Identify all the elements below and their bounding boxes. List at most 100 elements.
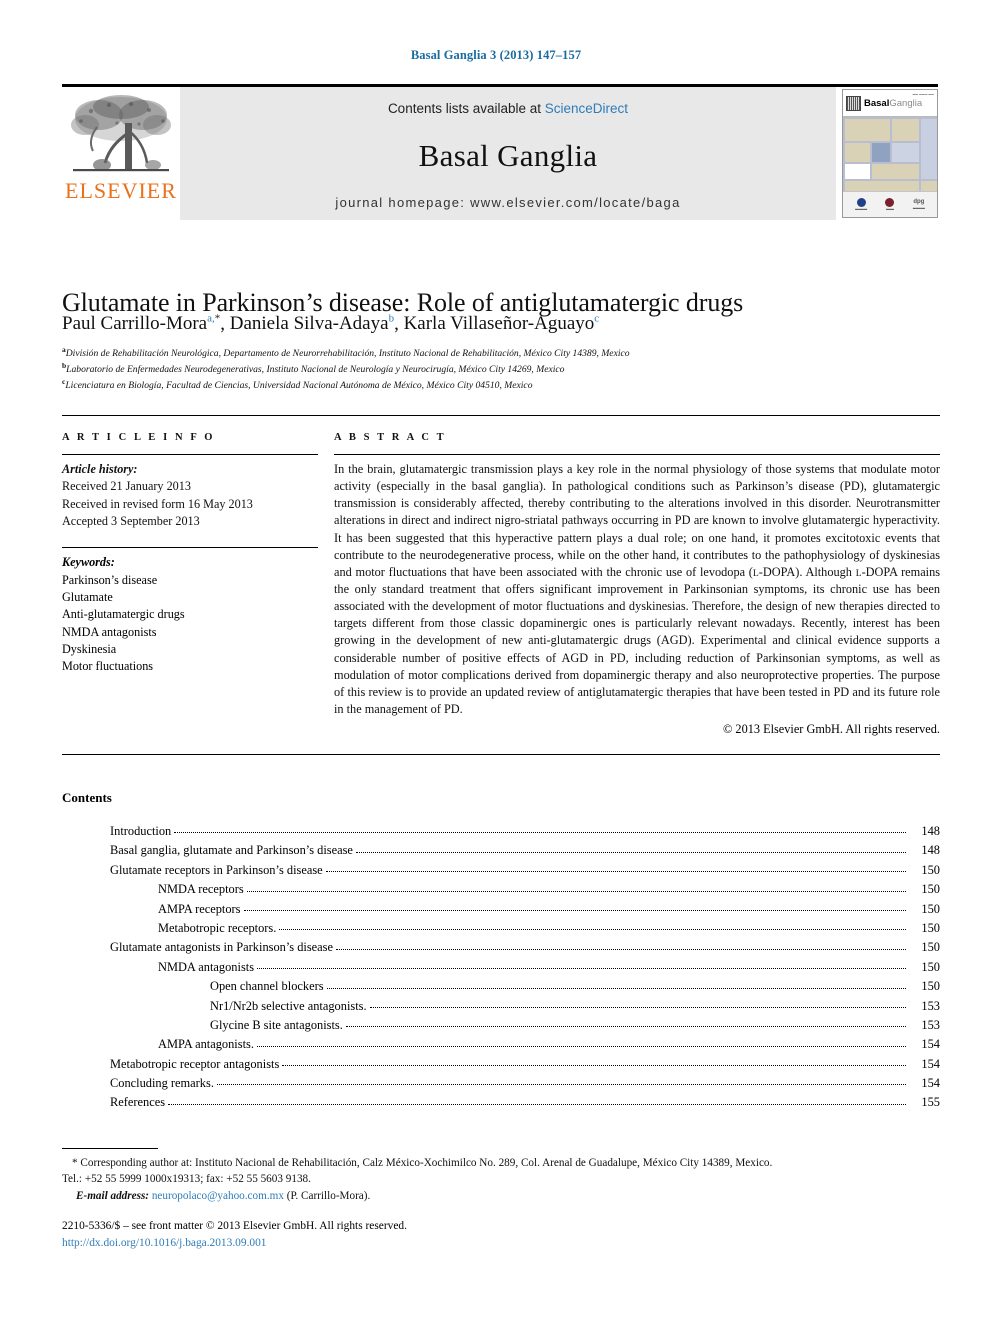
abstract-part-1: In the brain, glutamatergic transmission… (334, 462, 940, 579)
toc-entry-label: Introduction (110, 823, 172, 838)
keywords-label: Keywords: (62, 555, 115, 570)
toc-leader-dots (326, 987, 906, 989)
abstract-copyright: © 2013 Elsevier GmbH. All rights reserve… (723, 722, 940, 737)
author-1-affil-mark: a, (207, 313, 215, 325)
toc-leader-dots (282, 1065, 906, 1067)
affiliation-a: aDivisión de Rehabilitación Neurológica,… (62, 345, 630, 360)
toc-entry-label: Glutamate receptors in Parkinson’s disea… (110, 862, 323, 877)
author-3: Karla Villaseñor-Aguayoc (403, 313, 600, 335)
abstract-text: In the brain, glutamatergic transmission… (334, 461, 940, 718)
keyword-item: Motor fluctuations (62, 659, 154, 674)
cover-title-bold: Basal (864, 97, 890, 109)
toc-entry-page: 154 (921, 1056, 940, 1071)
email-owner: (P. Carrillo-Mora). (286, 1189, 371, 1202)
elsevier-logo: ELSEVIER (62, 87, 180, 220)
toc-entry[interactable]: Basal ganglia, glutamate and Parkinson’s… (62, 837, 940, 858)
author-list: Paul Carrillo-Moraa,*, Daniela Silva-Ada… (62, 313, 940, 335)
toc-entry[interactable]: Glutamate receptors in Parkinson’s disea… (62, 857, 940, 876)
history-revised: Received in revised form 16 May 2013 (62, 496, 253, 511)
toc-entry-page: 150 (921, 940, 940, 955)
keyword-item: Dyskinesia (62, 641, 117, 656)
toc-entry[interactable]: Metabotropic receptors. 150 (62, 915, 940, 935)
info-abstract-panel: A R T I C L E I N F O Article history: R… (62, 415, 940, 755)
article-info-divider (62, 454, 318, 455)
journal-homepage[interactable]: journal homepage: www.elsevier.com/locat… (335, 195, 680, 210)
abstract-divider (334, 454, 940, 455)
footnotes: * Corresponding author at: Instituto Nac… (62, 1155, 940, 1204)
abstract-heading: A B S T R A C T (334, 432, 447, 443)
contents-heading: Contents (62, 790, 112, 805)
toc-leader-dots (336, 948, 906, 950)
affiliations: aDivisión de Rehabilitación Neurológica,… (62, 345, 940, 393)
toc-entry-page: 154 (921, 1037, 940, 1052)
author-2: Daniela Silva-Adayab (229, 313, 395, 335)
abstract-part-2: -DOPA). Although (758, 564, 856, 579)
cover-logo-left: ▬▬▬ (855, 197, 867, 212)
toc-entry[interactable]: Concluding remarks. 154 (62, 1070, 940, 1091)
toc-entry-page: 155 (921, 1095, 940, 1110)
cover-footer-logos: ▬▬▬ ▬▬ dpg ▬▬▬ (843, 191, 937, 217)
author-sep-1: , (220, 313, 230, 335)
toc-entry-page: 150 (921, 959, 940, 974)
author-3-affil-mark: c (594, 313, 600, 325)
toc-entry[interactable]: References 155 (62, 1089, 940, 1110)
toc-entry[interactable]: Metabotropic receptor antagonists 154 (62, 1051, 940, 1070)
toc-entry-page: 150 (921, 901, 940, 916)
elsevier-tree-icon (71, 95, 171, 172)
running-head: Basal Ganglia 3 (2013) 147–157 (410, 48, 582, 62)
toc-leader-dots (256, 1045, 906, 1047)
keyword-item: Anti-glutamatergic drugs (62, 607, 185, 622)
toc-entry-page: 148 (921, 823, 940, 838)
keywords-divider (62, 547, 318, 549)
toc-leader-dots (325, 871, 906, 873)
cover-title-light: Ganglia (889, 97, 923, 109)
toc-entry-label: AMPA receptors (158, 901, 241, 916)
toc-entry-page: 153 (921, 1017, 940, 1032)
email-note: E-mail address: neuropolaco@yahoo.com.mx… (62, 1188, 940, 1204)
doi-link[interactable]: http://dx.doi.org/10.1016/j.baga.2013.09… (62, 1237, 267, 1249)
footnote-divider (62, 1148, 158, 1149)
keyword-item: Glutamate (62, 589, 113, 604)
toc-entry-label: Glycine B site antagonists. (210, 1017, 343, 1032)
toc-entry-label: NMDA receptors (158, 882, 244, 897)
toc-entry-label: Concluding remarks. (110, 1076, 214, 1091)
journal-title: Basal Ganglia (418, 137, 598, 173)
toc-entry[interactable]: NMDA receptors 150 (62, 876, 940, 897)
toc-leader-dots (355, 851, 906, 853)
toc-entry[interactable]: NMDA antagonists 150 (62, 954, 940, 973)
toc-entry[interactable]: Nr1/Nr2b selective antagonists. 153 (62, 993, 940, 1012)
toc-entry-page: 150 (921, 979, 940, 994)
toc-entry-label: Nr1/Nr2b selective antagonists. (210, 998, 367, 1013)
cover-header: BasalGanglia ▬▬ ▬▬▬ ▬▬ (843, 90, 937, 117)
toc-entry[interactable]: Open channel blockers 150 (62, 973, 940, 994)
journal-masthead: ELSEVIER Contents lists available at Sci… (62, 84, 938, 220)
abstract-part-3: -DOPA remains the only standard treatmen… (334, 564, 941, 716)
elsevier-wordmark: ELSEVIER (65, 178, 177, 203)
cover-tiny-text: ▬▬ ▬▬▬ ▬▬ (912, 93, 934, 96)
contents-available-prefix: Contents lists available at (387, 101, 545, 116)
cover-logo-center: ▬▬ (885, 197, 895, 212)
toc-entry-page: 150 (921, 920, 940, 935)
contents-available-line: Contents lists available at ScienceDirec… (388, 101, 628, 116)
toc-leader-dots (168, 1103, 906, 1105)
toc-entry[interactable]: Introduction 148 (62, 818, 940, 838)
cover-artwork (843, 117, 937, 195)
toc-entry[interactable]: Glutamate antagonists in Parkinson’s dis… (62, 934, 940, 955)
toc-leader-dots (243, 909, 906, 911)
toc-leader-dots (246, 890, 906, 892)
toc-entry-label: References (110, 1095, 166, 1110)
affiliation-c: cLicenciatura en Biología, Facultad de C… (62, 377, 533, 392)
article-info-heading: A R T I C L E I N F O (62, 432, 216, 443)
toc-entry[interactable]: AMPA antagonists. 154 (62, 1031, 940, 1052)
keyword-item: NMDA antagonists (62, 624, 157, 639)
sciencedirect-link[interactable]: ScienceDirect (545, 101, 628, 116)
toc-entry-page: 148 (921, 843, 940, 858)
cover-title: BasalGanglia (864, 98, 922, 109)
email-link[interactable]: neuropolaco@yahoo.com.mx (152, 1190, 284, 1202)
cover-mini-image-icon (846, 95, 861, 111)
history-received: Received 21 January 2013 (62, 479, 191, 494)
toc-entry[interactable]: AMPA receptors 150 (62, 896, 940, 915)
toc-leader-dots (279, 929, 906, 931)
toc-entry[interactable]: Glycine B site antagonists. 153 (62, 1012, 940, 1031)
journal-cover-thumbnail[interactable]: BasalGanglia ▬▬ ▬▬▬ ▬▬ ▬▬▬ ▬▬ dpg ▬▬▬ (842, 89, 938, 218)
